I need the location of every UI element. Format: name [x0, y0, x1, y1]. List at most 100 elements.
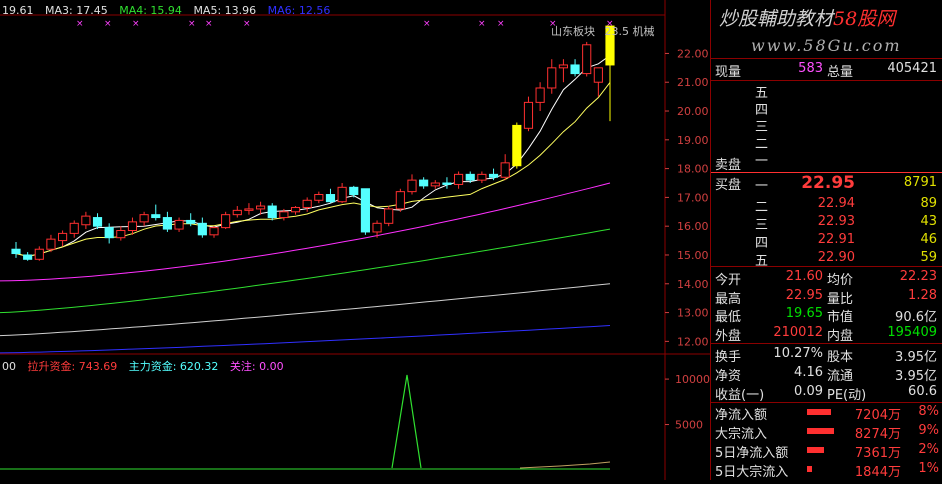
candle-body — [337, 186, 347, 203]
price-tick-label: 18.00 — [677, 163, 709, 176]
stat-label: 股本 — [827, 350, 854, 365]
brand-url: www.58Gu.com — [751, 36, 902, 55]
stat-label: 最高 — [715, 291, 742, 307]
stat-row: 最低 19.65 市值 90.6亿 — [711, 305, 942, 325]
ma-legend: 19.61 MA3: 17.45 MA4: 15.94 MA5: 13.96 M… — [2, 4, 338, 17]
candle-body — [34, 248, 44, 260]
ma3-value: MA3: 17.45 — [45, 4, 108, 17]
candle-body — [454, 173, 464, 185]
stat-value: 4.16 — [794, 365, 823, 380]
fund-flow-value: 8274万 — [854, 427, 901, 442]
event-marker: × — [478, 19, 486, 29]
price-tick-label: 14.00 — [677, 278, 709, 291]
brand-text-a: 炒股輔助教材 — [719, 8, 834, 30]
total-value: 405421 — [887, 61, 937, 76]
divider — [711, 58, 942, 59]
candle-body — [209, 227, 219, 236]
candle-body — [23, 254, 33, 260]
buy-price: 22.93 — [817, 214, 855, 229]
fund-flow-label: 大宗流入 — [715, 427, 768, 442]
candle-body — [221, 214, 231, 229]
candle-body — [419, 179, 429, 187]
candle-body — [267, 205, 277, 219]
sector-name: 山东板块 — [551, 25, 595, 38]
candle-body — [465, 173, 475, 181]
ma-line-magenta — [0, 182, 611, 282]
total-label: 总量 — [827, 65, 854, 80]
fund-flow-label: 5日净流入额 — [715, 446, 789, 461]
candle-body — [197, 222, 207, 236]
candle-body — [395, 191, 405, 210]
fund-flow-value: 1844万 — [854, 465, 901, 480]
fund-flow-bar — [807, 466, 812, 472]
quote-panel: 炒股輔助教材58股网 www.58Gu.com 现量 583 总量 405421… — [710, 0, 942, 480]
buy-price: 22.94 — [817, 196, 855, 211]
fund-flow-pct: 2% — [918, 442, 939, 457]
buy-volume: 8791 — [903, 175, 937, 190]
stat-value: 1.28 — [908, 287, 937, 303]
price-tick-label: 12.00 — [677, 335, 709, 348]
stat-row: 今开 21.60 均价 22.23 — [711, 268, 942, 288]
stat-label: 最低 — [715, 310, 742, 325]
candle-body — [139, 214, 149, 223]
sell-level-row: 四 — [711, 98, 942, 118]
brand-title: 炒股輔助教材58股网 — [719, 4, 895, 31]
brand-text-b: 58股网 — [833, 8, 896, 30]
candle-body — [69, 222, 79, 234]
candle-body — [314, 194, 324, 201]
indicator-tick-label: 10000 — [675, 373, 710, 386]
fund-flow-bar — [807, 428, 834, 434]
candle-body — [407, 179, 417, 193]
buy-volume: 89 — [920, 196, 937, 211]
stat-value: 10.27% — [773, 346, 823, 361]
buy-price: 22.91 — [817, 232, 855, 247]
indicator-prefix: 00 — [2, 360, 16, 373]
sector-label: 山东板块 23.5 机械 — [551, 23, 655, 39]
candle-body — [302, 199, 312, 208]
candle-body — [442, 182, 452, 185]
candle-body — [349, 186, 359, 196]
kline-chart[interactable]: 22.00 21.00 20.00 19.00 18.00 17.00 16.00 15.00… — [0, 0, 710, 480]
fund-flow-row: 5日大宗流入 1844万 1% — [711, 460, 942, 480]
candle-body — [547, 67, 557, 89]
fund-flow-pct: 9% — [918, 423, 939, 438]
fund-flow-label: 净流入额 — [715, 408, 768, 423]
fund-flow-row: 大宗流入 8274万 9% — [711, 422, 942, 442]
divider — [711, 343, 942, 344]
stat-label: 外盘 — [715, 328, 742, 344]
sell-label: 卖盘 — [715, 158, 742, 173]
buy-level-row: 二 22.94 89 — [711, 195, 942, 215]
candle-body — [290, 206, 301, 213]
price-tag: 23.5 — [604, 25, 630, 38]
sell-label-row: 卖盘 — [711, 153, 942, 173]
ma-legend-prefix: 19.61 — [2, 4, 34, 17]
ma6-value: MA6: 12.56 — [267, 4, 331, 17]
stat-label: 换手 — [715, 350, 742, 365]
indicator-spike — [391, 374, 422, 469]
buy-price: 22.95 — [801, 173, 855, 193]
industry-name: 机械 — [632, 25, 655, 38]
candle-body — [116, 230, 126, 239]
fund-flow-pct: 1% — [918, 461, 939, 476]
stat-label: PE(动) — [827, 388, 867, 403]
stat-value: 195409 — [887, 324, 937, 340]
event-marker: × — [104, 19, 112, 29]
fund-flow-bar — [807, 447, 824, 453]
candle-body — [512, 124, 522, 167]
sell-level-row: 二 — [711, 132, 942, 152]
sell-level-row: 五 — [711, 81, 942, 101]
event-marker: × — [243, 19, 251, 29]
event-marker: × — [188, 19, 196, 29]
stat-row: 净资 4.16 流通 3.95亿 — [711, 364, 942, 384]
sell-level-row: 三 — [711, 115, 942, 135]
kline-svg[interactable]: 22.00 21.00 20.00 19.00 18.00 17.00 16.00 15.00… — [0, 0, 710, 480]
candle-body — [162, 217, 172, 230]
event-marker: × — [132, 19, 140, 29]
volume-label: 现量 — [715, 65, 742, 80]
candle-body — [593, 67, 603, 83]
candle-body — [384, 208, 394, 224]
event-marker: × — [76, 19, 84, 29]
price-tick-label: 17.00 — [677, 191, 709, 204]
candle-body — [81, 215, 91, 226]
candle-body — [58, 232, 68, 242]
